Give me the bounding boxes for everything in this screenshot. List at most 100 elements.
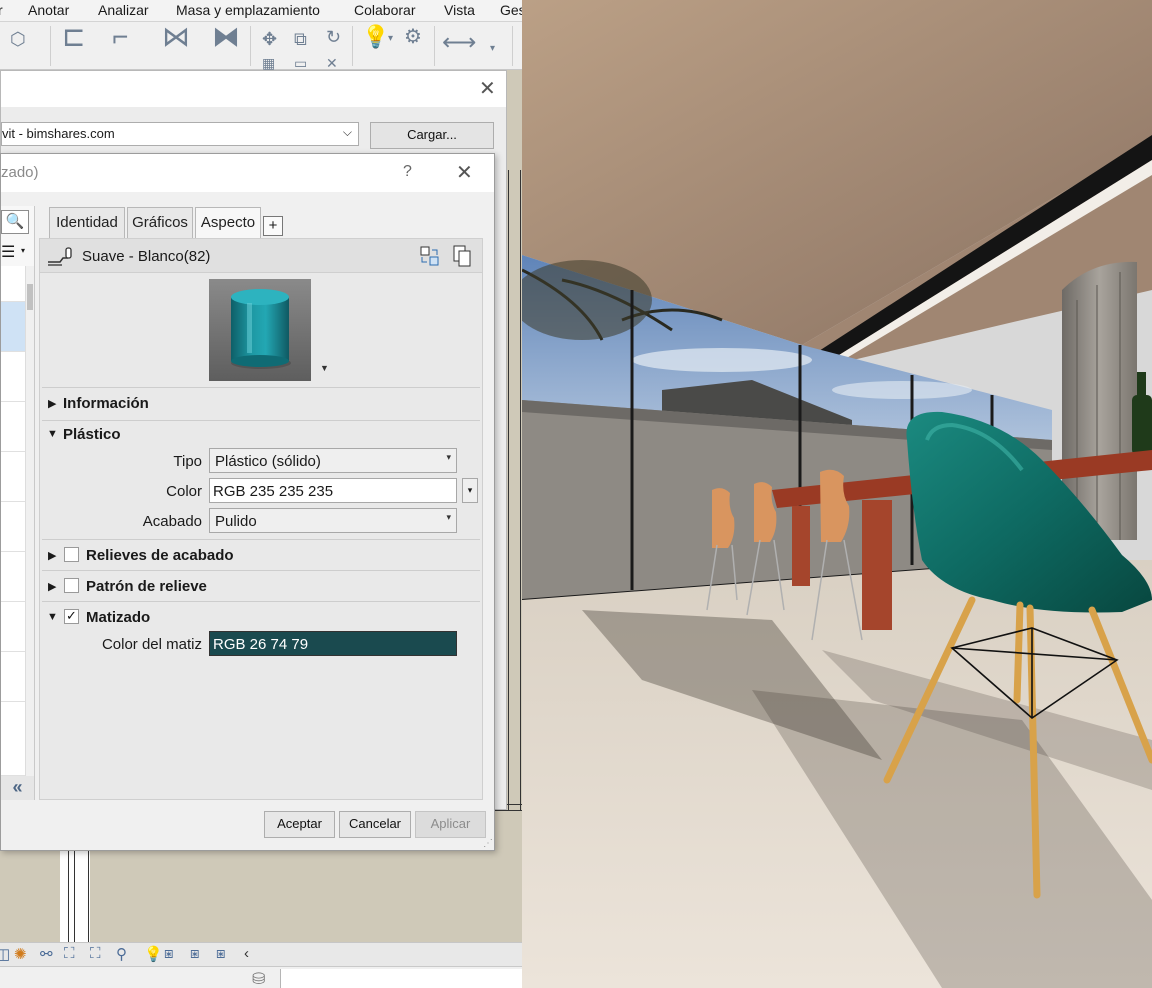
- list-item[interactable]: [1, 602, 25, 652]
- list-item-selected[interactable]: [1, 302, 25, 352]
- section-patron[interactable]: Patrón de relieve: [86, 578, 207, 595]
- crop-icon[interactable]: ⛶: [64, 945, 75, 962]
- list-item[interactable]: [1, 502, 25, 552]
- expand-triangle-icon[interactable]: ▶: [48, 549, 56, 562]
- matizado-checkbox[interactable]: ✓: [64, 609, 79, 624]
- color-options-button[interactable]: ▾: [462, 478, 478, 503]
- menu-item-truncated[interactable]: r: [0, 2, 3, 18]
- tag-icon[interactable]: ⬡: [10, 30, 26, 48]
- accept-button[interactable]: Aceptar: [264, 811, 335, 838]
- expand-triangle-icon[interactable]: ▶: [48, 397, 56, 410]
- menu-item-anotar[interactable]: Anotar: [28, 2, 69, 18]
- mirror-draw-icon[interactable]: ⧓: [212, 23, 240, 51]
- lightbulb-icon[interactable]: 💡: [362, 26, 389, 48]
- patron-checkbox[interactable]: [64, 578, 79, 593]
- sun-icon[interactable]: ✺: [14, 945, 27, 963]
- browser-titlebar: ✕: [1, 71, 506, 107]
- tab-graficos[interactable]: Gráficos: [127, 207, 193, 239]
- list-item[interactable]: [1, 402, 25, 452]
- highlight-icon[interactable]: ⧆: [190, 945, 200, 962]
- tab-identidad[interactable]: Identidad: [49, 207, 125, 239]
- chevron-down-icon: ▾: [446, 452, 451, 462]
- acabado-select[interactable]: Pulido ▾: [209, 508, 457, 533]
- wall-line: [508, 170, 509, 810]
- load-button[interactable]: Cargar...: [370, 122, 494, 149]
- close-icon[interactable]: ✕: [479, 79, 496, 99]
- status-field[interactable]: [280, 969, 522, 988]
- analysis-icon[interactable]: ⧆: [164, 945, 174, 962]
- menu-item-masa[interactable]: Masa y emplazamiento: [176, 2, 320, 18]
- chevron-down-icon: ▾: [446, 512, 451, 522]
- apply-button[interactable]: Aplicar: [415, 811, 486, 838]
- list-item[interactable]: [1, 452, 25, 502]
- menu-bar: r Anotar Analizar Masa y emplazamiento C…: [0, 0, 522, 22]
- help-button[interactable]: ?: [403, 163, 412, 181]
- align-left-icon[interactable]: ⊏: [62, 23, 85, 51]
- close-icon[interactable]: ✕: [456, 163, 473, 183]
- ribbon-separator: [50, 26, 51, 66]
- ribbon-separator: [352, 26, 353, 66]
- collapse-triangle-icon[interactable]: ▼: [47, 428, 58, 440]
- search-button[interactable]: 🔍: [1, 210, 29, 234]
- list-item[interactable]: [1, 352, 25, 402]
- copy-icon[interactable]: ⧉: [294, 30, 307, 48]
- crop-region-icon[interactable]: ⛶: [90, 945, 101, 962]
- drawing-area-white: [60, 850, 90, 942]
- settings-icon[interactable]: ⚙: [404, 27, 422, 47]
- offset-icon[interactable]: ⌐: [112, 23, 128, 51]
- worksets-icon[interactable]: ⛁: [252, 969, 265, 988]
- collapse-panel-icon[interactable]: «: [1, 776, 34, 800]
- dropdown-arrow-icon[interactable]: ▼: [320, 363, 329, 373]
- tipo-label: Tipo: [173, 453, 202, 470]
- dropdown-arrow-icon[interactable]: ▾: [388, 30, 393, 48]
- constraints-icon[interactable]: ⧆: [216, 945, 226, 962]
- editor-titlebar: zado) ? ✕: [1, 154, 494, 192]
- resize-grip-icon[interactable]: ⋰: [483, 838, 493, 849]
- dropdown-arrow-icon[interactable]: ▾: [490, 40, 495, 58]
- asset-header: Suave - Blanco(82): [40, 239, 482, 273]
- reveal-icon[interactable]: 💡: [144, 945, 163, 963]
- section-informacion[interactable]: Información: [63, 395, 149, 412]
- section-relieves[interactable]: Relieves de acabado: [86, 547, 234, 564]
- expand-triangle-icon[interactable]: ▶: [48, 580, 56, 593]
- menu-item-vista[interactable]: Vista: [444, 2, 475, 18]
- rotate-icon[interactable]: ↻: [326, 28, 341, 46]
- tipo-select[interactable]: Plástico (sólido) ▾: [209, 448, 457, 473]
- asset-name: Suave - Blanco(82): [82, 248, 211, 265]
- list-item[interactable]: [1, 652, 25, 702]
- library-name: vit - bimshares.com: [2, 126, 115, 141]
- tint-color-swatch[interactable]: RGB 26 74 79: [209, 631, 457, 656]
- shadows-icon[interactable]: ⚯: [40, 945, 53, 963]
- temporary-hide-icon[interactable]: ⚲: [116, 945, 127, 963]
- acabado-value: Pulido: [215, 513, 257, 530]
- replace-asset-icon[interactable]: [420, 245, 440, 267]
- list-item[interactable]: [1, 552, 25, 602]
- color-field[interactable]: RGB 235 235 235: [209, 478, 457, 503]
- mirror-axis-icon[interactable]: ⋈: [162, 23, 190, 51]
- scale-icon[interactable]: ◫: [0, 945, 10, 963]
- list-view-icon[interactable]: ☰: [1, 242, 15, 262]
- dimension-icon[interactable]: ⟷: [442, 31, 476, 55]
- list-item[interactable]: [1, 702, 25, 776]
- chevron-left-icon[interactable]: ‹: [244, 945, 249, 962]
- list-item[interactable]: [1, 266, 25, 302]
- cancel-button[interactable]: Cancelar: [339, 811, 411, 838]
- scrollbar[interactable]: [25, 266, 34, 776]
- relieves-checkbox[interactable]: [64, 547, 79, 562]
- material-list-panel: 🔍 ☰ ▾ «: [1, 206, 35, 800]
- library-select[interactable]: vit - bimshares.com ⌵: [1, 122, 359, 146]
- add-asset-button[interactable]: +: [263, 216, 283, 236]
- dropdown-arrow-icon[interactable]: ▾: [21, 246, 25, 255]
- menu-item-colaborar[interactable]: Colaborar: [354, 2, 415, 18]
- section-plastico[interactable]: Plástico: [63, 426, 121, 443]
- material-preview[interactable]: [209, 279, 311, 381]
- section-matizado[interactable]: Matizado: [86, 609, 150, 626]
- collapse-triangle-icon[interactable]: ▼: [47, 611, 58, 623]
- tab-aspecto[interactable]: Aspecto: [195, 207, 261, 240]
- move-icon[interactable]: ✥: [262, 30, 277, 48]
- menu-item-gestionar[interactable]: Ges: [500, 2, 522, 18]
- dialog-title: zado): [1, 164, 39, 181]
- duplicate-asset-icon[interactable]: [452, 245, 472, 267]
- scrollbar-thumb[interactable]: [27, 284, 33, 310]
- menu-item-analizar[interactable]: Analizar: [98, 2, 149, 18]
